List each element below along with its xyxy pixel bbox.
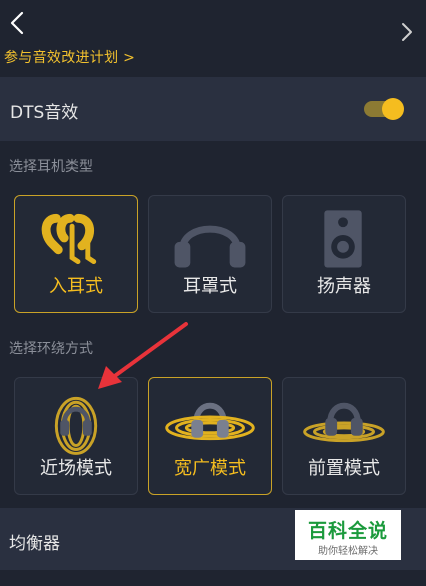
speaker-icon [324,210,362,268]
option-near-field[interactable]: 近场模式 [14,377,138,495]
option-wide[interactable]: 宽广模式 [148,377,272,495]
option-label: 宽广模式 [174,458,246,479]
option-speaker[interactable]: 扬声器 [282,195,406,313]
equalizer-label: 均衡器 [9,534,60,554]
watermark-subtitle: 助你轻松解决 [318,546,378,557]
front-mode-icon [303,402,385,443]
option-over-ear[interactable]: 耳罩式 [148,195,272,313]
near-field-icon [54,396,98,455]
dts-toggle[interactable] [364,96,404,122]
watermark-logo: 百科全说 助你轻松解决 [295,510,401,560]
over-ear-headphones-icon [174,225,246,268]
chevron-right-icon[interactable] [400,21,414,43]
watermark-title: 百科全说 [307,520,388,542]
toggle-knob [382,98,404,120]
wide-mode-icon [165,402,255,441]
option-label: 扬声器 [317,276,371,297]
top-bar [0,0,426,44]
option-label: 前置模式 [308,458,380,479]
option-label: 近场模式 [40,458,112,479]
surround-mode-label: 选择环绕方式 [9,341,93,357]
in-ear-icon [41,213,97,265]
option-in-ear[interactable]: 入耳式 [14,195,138,313]
option-front[interactable]: 前置模式 [282,377,406,495]
headphone-type-label: 选择耳机类型 [9,159,93,175]
chevron-left-icon[interactable] [6,10,30,36]
option-label: 耳罩式 [183,276,237,297]
option-label: 入耳式 [49,276,103,297]
dts-label: DTS音效 [10,103,79,123]
dts-setting-row: DTS音效 [0,77,426,141]
join-improvement-link[interactable]: 参与音效改进计划 > [4,47,135,67]
